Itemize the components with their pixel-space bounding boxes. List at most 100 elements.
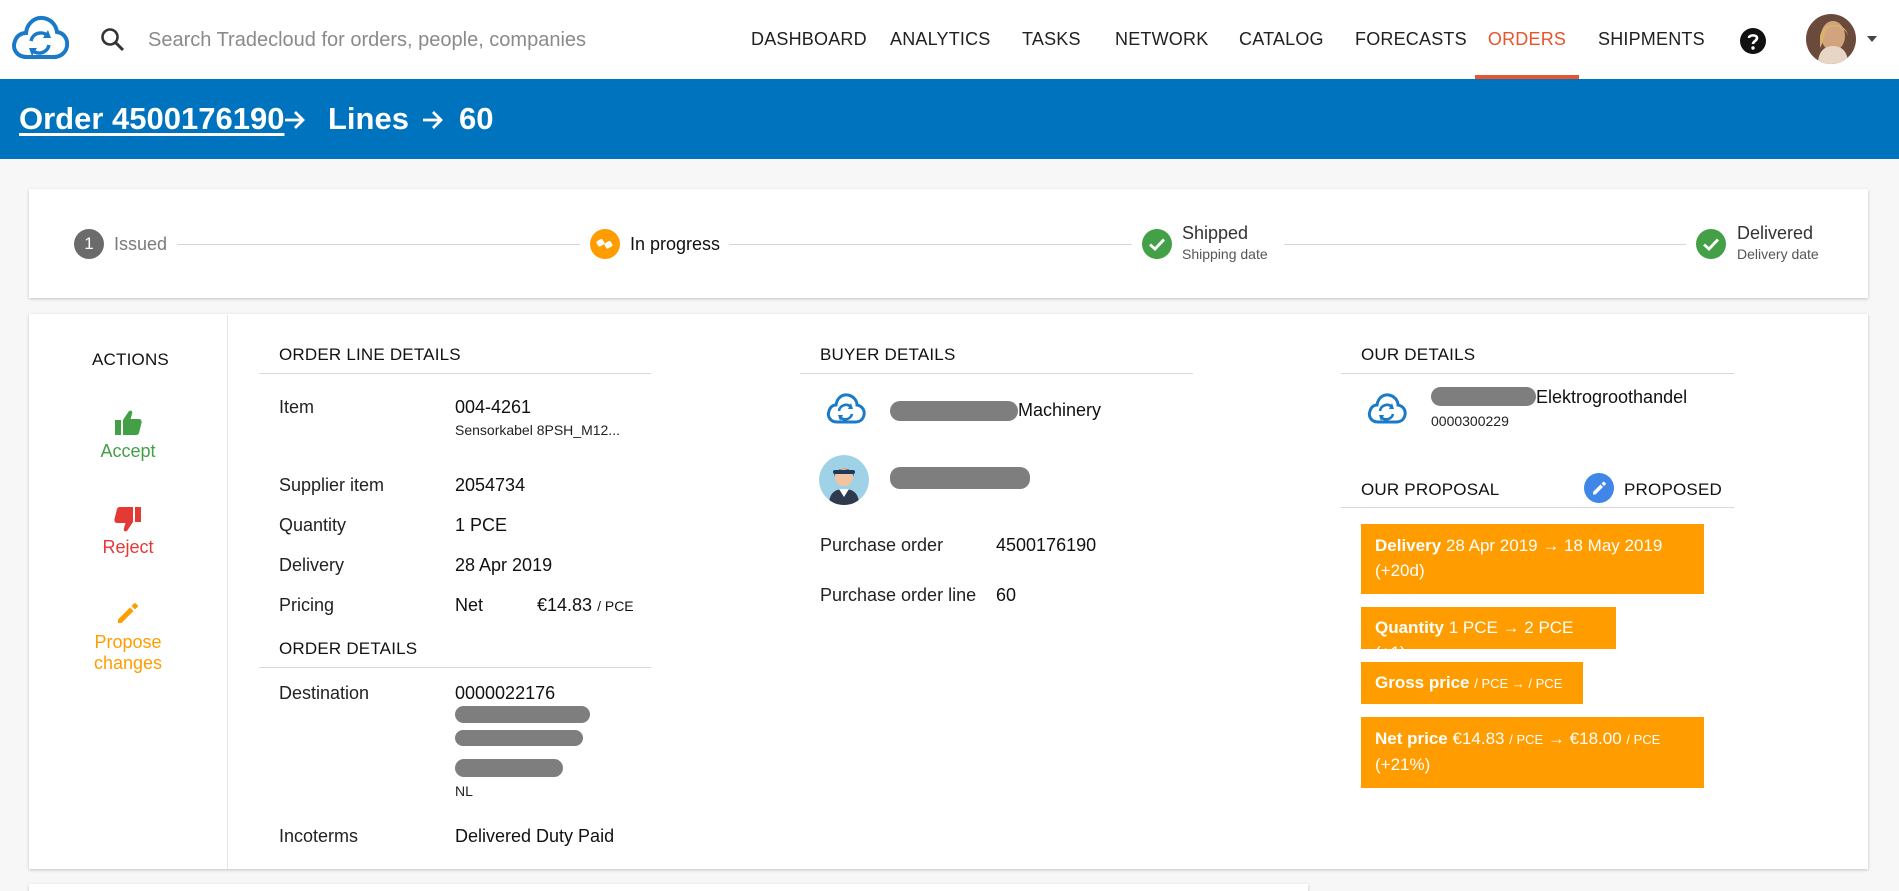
buyer-company-name: Machinery: [1018, 400, 1102, 420]
top-navigation: DASHBOARD ANALYTICS TASKS NETWORK CATALO…: [0, 0, 1899, 79]
item-value[interactable]: 004-4261: [455, 397, 531, 418]
pricing-amount: €14.83: [537, 595, 593, 615]
breadcrumb-order-link[interactable]: Order 4500176190: [19, 101, 284, 137]
our-details-title: OUR DETAILS: [1361, 345, 1476, 364]
proposal-net-arrow: →: [1547, 729, 1565, 748]
pencil-icon: [1593, 481, 1606, 495]
proposal-net-to-unit: / PCE: [1626, 732, 1661, 747]
search-icon[interactable]: [100, 27, 126, 53]
buyer-contact-avatar[interactable]: [819, 455, 869, 505]
item-description: Sensorkabel 8PSH_M12...: [455, 422, 620, 438]
help-icon[interactable]: [1739, 27, 1767, 55]
proposed-status-icon: [1584, 473, 1614, 503]
nav-shipments[interactable]: SHIPMENTS: [1598, 0, 1705, 79]
propose-label-line1: Propose: [94, 632, 162, 652]
buyer-details-title: BUYER DETAILS: [820, 345, 956, 364]
our-company-code: 0000300229: [1431, 413, 1509, 429]
pricing-type: Net: [455, 595, 484, 615]
purchase-order-value: 4500176190: [996, 535, 1097, 555]
quantity-value: 1 PCE: [455, 515, 508, 535]
order-details-title: ORDER DETAILS: [279, 639, 418, 658]
progress-connector: [1284, 244, 1686, 245]
section-divider: [1341, 373, 1734, 374]
proposal-net-diff: (+21%): [1375, 755, 1431, 774]
step-in-progress-label: In progress: [630, 234, 721, 254]
company-logo-icon: [1367, 393, 1407, 424]
thumbs-down-icon: [114, 507, 141, 532]
accept-label: Accept: [100, 441, 156, 461]
nav-orders[interactable]: ORDERS: [1475, 0, 1579, 79]
proposal-net-from-unit: / PCE: [1509, 732, 1544, 747]
redacted-contact-name: [890, 467, 1030, 489]
company-logo-icon: [826, 393, 866, 424]
step-delivered-label: Delivered: [1737, 223, 1814, 243]
order-line-details-title: ORDER LINE DETAILS: [279, 345, 461, 364]
in-progress-icon: [590, 229, 620, 259]
breadcrumb-line-number: 60: [459, 101, 494, 136]
our-company-name: Elektrogroothandel: [1536, 387, 1688, 407]
section-divider: [259, 373, 651, 374]
delivery-value: 28 Apr 2019: [455, 555, 553, 575]
proposal-delivery: Delivery 28 Apr 2019 → 18 May 2019 (+20d…: [1361, 524, 1704, 594]
breadcrumb-lines[interactable]: Lines: [328, 101, 409, 137]
breadcrumb-arrow-icon: [285, 111, 305, 129]
nav-network[interactable]: NETWORK: [1115, 0, 1208, 79]
purchase-order-label: Purchase order: [820, 535, 944, 555]
purchase-order-line-value: 60: [996, 585, 1017, 605]
redacted-company-name: [1431, 387, 1536, 406]
pencil-icon: [118, 603, 138, 623]
step-number-badge: 1: [74, 229, 104, 259]
redacted-address: [455, 706, 590, 723]
proposal-delivery-label: Delivery: [1375, 536, 1442, 555]
item-label: Item: [279, 397, 315, 417]
pricing-value: €14.83 / PCE: [537, 595, 634, 616]
account-menu-caret-icon[interactable]: [1867, 36, 1877, 42]
proposal-net-from: €14.83: [1452, 729, 1505, 748]
nav-dashboard[interactable]: DASHBOARD: [751, 0, 867, 79]
proposal-net-to: €18.00: [1569, 729, 1622, 748]
redacted-company-name: [890, 401, 1018, 421]
proposal-net-label: Net price: [1375, 729, 1448, 748]
pricing-label: Pricing: [279, 595, 335, 615]
user-avatar[interactable]: [1806, 14, 1856, 64]
redacted-address: [455, 730, 583, 746]
nav-catalog[interactable]: CATALOG: [1239, 0, 1324, 79]
step-issued-label: Issued: [114, 234, 168, 254]
tradecloud-logo-icon[interactable]: [7, 7, 71, 71]
supplier-item-label: Supplier item: [279, 475, 385, 495]
thumbs-up-icon: [115, 410, 142, 435]
search-input[interactable]: [148, 22, 708, 58]
step-shipped-label: Shipped: [1182, 223, 1249, 243]
actions-divider: [227, 315, 228, 869]
destination-country: NL: [455, 783, 473, 799]
proposal-net-price: Net price €14.83 / PCE → €18.00 / PCE (+…: [1361, 717, 1704, 788]
page-header: Order 4500176190 Lines 60: [0, 79, 1899, 159]
proposal-gross-label: Gross price: [1375, 673, 1470, 692]
proposal-quantity-label: Quantity: [1375, 618, 1444, 637]
pricing-unit: / PCE: [597, 598, 634, 614]
reject-button[interactable]: Reject: [95, 505, 161, 558]
step-delivered-sub: Delivery date: [1737, 246, 1819, 262]
quantity-label: Quantity: [279, 515, 347, 535]
proposal-status: PROPOSED: [1624, 480, 1722, 499]
proposal-delivery-change: 28 Apr 2019 → 18 May 2019: [1445, 536, 1663, 555]
nav-analytics[interactable]: ANALYTICS: [890, 0, 990, 79]
proposal-gross-price: Gross price / PCE → / PCE: [1361, 662, 1583, 704]
nav-tasks[interactable]: TASKS: [1022, 0, 1080, 79]
incoterms-label: Incoterms: [279, 826, 359, 846]
section-divider: [800, 373, 1193, 374]
check-circle-icon: [1696, 229, 1726, 259]
progress-connector: [729, 244, 1132, 245]
section-divider: [1341, 507, 1734, 508]
progress-connector: [177, 244, 580, 245]
delivery-label: Delivery: [279, 555, 345, 575]
destination-code: 0000022176: [455, 683, 556, 703]
accept-button[interactable]: Accept: [95, 409, 161, 462]
supplier-item-value: 2054734: [455, 475, 526, 495]
breadcrumb-arrow-icon: [423, 111, 443, 129]
proposal-quantity: Quantity 1 PCE → 2 PCE (+1): [1361, 607, 1616, 662]
nav-forecasts[interactable]: FORECASTS: [1355, 0, 1467, 79]
reject-label: Reject: [102, 537, 154, 557]
next-card: [29, 884, 1308, 891]
propose-changes-button[interactable]: Propose changes: [84, 600, 172, 674]
